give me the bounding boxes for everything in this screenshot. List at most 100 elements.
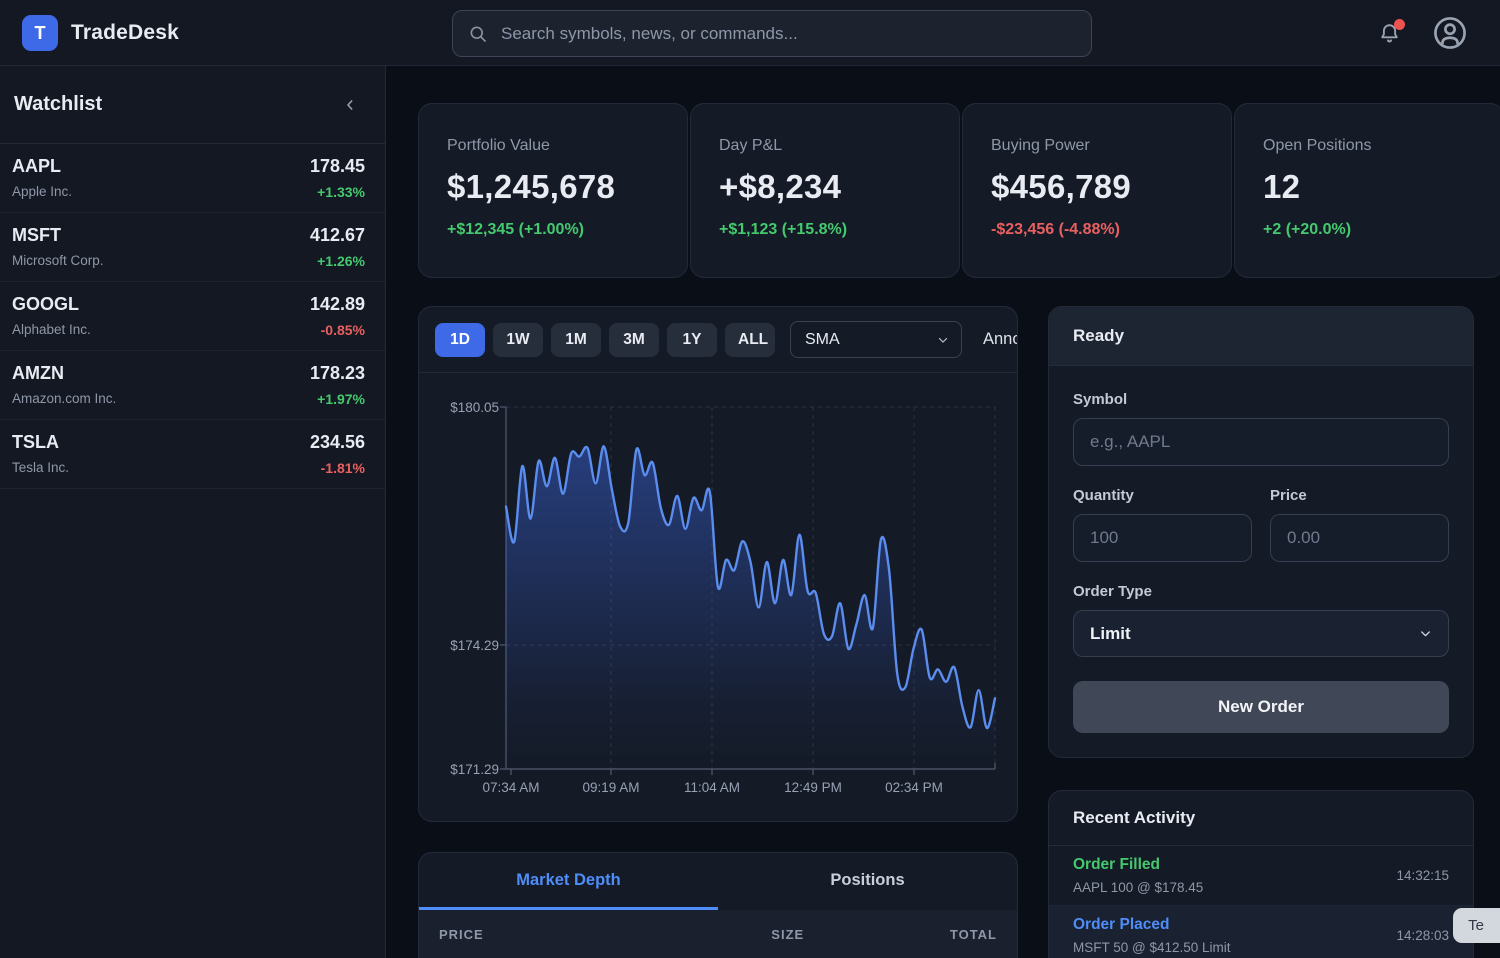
- y-tick-171: $171.29: [450, 762, 499, 777]
- last-price: 178.23: [310, 363, 365, 384]
- change-percent: +1.97%: [310, 391, 365, 407]
- stat-card-buying-power: Buying Power $456,789 -$23,456 (-4.88%): [962, 103, 1232, 278]
- depth-table-header: PRICE SIZE TOTAL: [419, 910, 1017, 958]
- topbar-actions: [1377, 0, 1469, 66]
- timeframe-button-1w[interactable]: 1W: [493, 323, 543, 357]
- symbol: GOOGL: [12, 294, 91, 315]
- activity-status: Order Filled: [1073, 856, 1203, 874]
- watchlist-header: Watchlist: [0, 66, 385, 144]
- tab-positions[interactable]: Positions: [718, 853, 1017, 910]
- stat-change: -$23,456 (-4.88%): [991, 221, 1203, 239]
- status-badge: Ready: [1073, 326, 1124, 346]
- market-depth-card: Market Depth Positions PRICE SIZE TOTAL: [418, 852, 1018, 958]
- watchlist-row-googl[interactable]: GOOGL Alphabet Inc. 142.89 -0.85%: [0, 282, 385, 351]
- timeframe-button-1d[interactable]: 1D: [435, 323, 485, 357]
- stat-change: +2 (+20.0%): [1263, 221, 1475, 239]
- activity-row-order-placed[interactable]: Order Placed MSFT 50 @ $412.50 Limit 14:…: [1049, 906, 1473, 958]
- new-order-button[interactable]: New Order: [1073, 681, 1449, 733]
- bottom-tabs: Market Depth Positions: [419, 853, 1017, 910]
- watchlist-row-aapl[interactable]: AAPL Apple Inc. 178.45 +1.33%: [0, 144, 385, 213]
- chart-toolbar: 1D 1W 1M 3M 1Y ALL SMA Anno: [419, 307, 1017, 373]
- symbol: MSFT: [12, 225, 104, 246]
- symbol-label: Symbol: [1073, 391, 1449, 408]
- price-chart[interactable]: $180.05 $174.29 $171.29 07:34 AM 09:19 A…: [427, 377, 1011, 807]
- x-tick-1104: 11:04 AM: [684, 780, 740, 795]
- stat-card-portfolio-value: Portfolio Value $1,245,678 +$12,345 (+1.…: [418, 103, 688, 278]
- tab-market-depth[interactable]: Market Depth: [419, 853, 718, 910]
- watchlist-row-msft[interactable]: MSFT Microsoft Corp. 412.67 +1.26%: [0, 213, 385, 282]
- recent-activity-title: Recent Activity: [1049, 791, 1473, 846]
- timeframe-button-1y[interactable]: 1Y: [667, 323, 717, 357]
- annotate-button-clipped[interactable]: Anno: [983, 330, 1018, 349]
- app-name: TradeDesk: [71, 21, 179, 45]
- main-content: Portfolio Value $1,245,678 +$12,345 (+1.…: [387, 66, 1500, 958]
- activity-detail: MSFT 50 @ $412.50 Limit: [1073, 940, 1231, 955]
- column-total: TOTAL: [858, 927, 998, 942]
- x-tick-0919: 09:19 AM: [582, 780, 639, 795]
- collapse-sidebar-button[interactable]: [342, 97, 358, 113]
- timeframe-button-all[interactable]: ALL: [725, 323, 775, 357]
- order-type-select[interactable]: Limit: [1073, 610, 1449, 657]
- watchlist-sidebar: Watchlist AAPL Apple Inc. 178.45 +1.33% …: [0, 66, 386, 958]
- activity-status: Order Placed: [1073, 916, 1231, 934]
- last-price: 178.45: [310, 156, 365, 177]
- stat-change: +$1,123 (+15.8%): [719, 221, 931, 239]
- topbar: T TradeDesk: [0, 0, 1500, 66]
- symbol-input[interactable]: [1073, 418, 1449, 466]
- x-tick-0734: 07:34 AM: [482, 780, 539, 795]
- order-type-label: Order Type: [1073, 583, 1449, 600]
- timeframe-button-3m[interactable]: 3M: [609, 323, 659, 357]
- watchlist-row-tsla[interactable]: TSLA Tesla Inc. 234.56 -1.81%: [0, 420, 385, 489]
- change-percent: +1.26%: [310, 253, 365, 269]
- stat-label: Portfolio Value: [447, 137, 659, 155]
- price-chart-card: 1D 1W 1M 3M 1Y ALL SMA Anno: [418, 306, 1018, 822]
- stat-card-day-pnl: Day P&L +$8,234 +$1,123 (+15.8%): [690, 103, 960, 278]
- y-tick-174: $174.29: [450, 638, 499, 653]
- x-tick-1249: 12:49 PM: [784, 780, 842, 795]
- price-input[interactable]: [1270, 514, 1449, 562]
- symbol: AAPL: [12, 156, 72, 177]
- brand: T TradeDesk: [22, 0, 179, 66]
- symbol: TSLA: [12, 432, 69, 453]
- avatar-icon: [1431, 14, 1469, 52]
- change-percent: -1.81%: [310, 460, 365, 476]
- company-name: Amazon.com Inc.: [12, 391, 116, 406]
- order-status: Ready: [1049, 307, 1473, 366]
- stat-label: Day P&L: [719, 137, 931, 155]
- account-button[interactable]: [1431, 14, 1469, 52]
- stat-change: +$12,345 (+1.00%): [447, 221, 659, 239]
- watchlist-title: Watchlist: [14, 93, 102, 116]
- stat-value: 12: [1263, 168, 1475, 206]
- stat-value: $1,245,678: [447, 168, 659, 206]
- price-label: Price: [1270, 487, 1449, 504]
- change-percent: +1.33%: [310, 184, 365, 200]
- x-tick-0234: 02:34 PM: [885, 780, 943, 795]
- column-size: SIZE: [718, 927, 858, 942]
- recent-activity-panel: Recent Activity Order Filled AAPL 100 @ …: [1048, 790, 1474, 958]
- last-price: 234.56: [310, 432, 365, 453]
- change-percent: -0.85%: [310, 322, 365, 338]
- stat-label: Buying Power: [991, 137, 1203, 155]
- company-name: Microsoft Corp.: [12, 253, 104, 268]
- timeframe-button-1m[interactable]: 1M: [551, 323, 601, 357]
- company-name: Alphabet Inc.: [12, 322, 91, 337]
- stat-card-open-positions: Open Positions 12 +2 (+20.0%): [1234, 103, 1500, 278]
- watchlist-row-amzn[interactable]: AMZN Amazon.com Inc. 178.23 +1.97%: [0, 351, 385, 420]
- notifications-button[interactable]: [1377, 21, 1402, 46]
- quantity-input[interactable]: [1073, 514, 1252, 562]
- search-input[interactable]: [499, 23, 1076, 45]
- search-icon: [468, 24, 488, 44]
- y-tick-180: $180.05: [450, 400, 499, 415]
- stat-value: +$8,234: [719, 168, 931, 206]
- app-logo: T: [22, 15, 58, 51]
- last-price: 412.67: [310, 225, 365, 246]
- activity-row-order-filled[interactable]: Order Filled AAPL 100 @ $178.45 14:32:15: [1049, 846, 1473, 906]
- indicator-select[interactable]: SMA: [790, 321, 962, 358]
- order-entry-panel: Ready Symbol Quantity Price Order Type L…: [1048, 306, 1474, 758]
- notification-dot: [1394, 19, 1405, 30]
- activity-detail: AAPL 100 @ $178.45: [1073, 880, 1203, 895]
- company-name: Apple Inc.: [12, 184, 72, 199]
- stat-value: $456,789: [991, 168, 1203, 206]
- global-search: [452, 10, 1092, 57]
- toast-clipped: Te: [1453, 908, 1500, 943]
